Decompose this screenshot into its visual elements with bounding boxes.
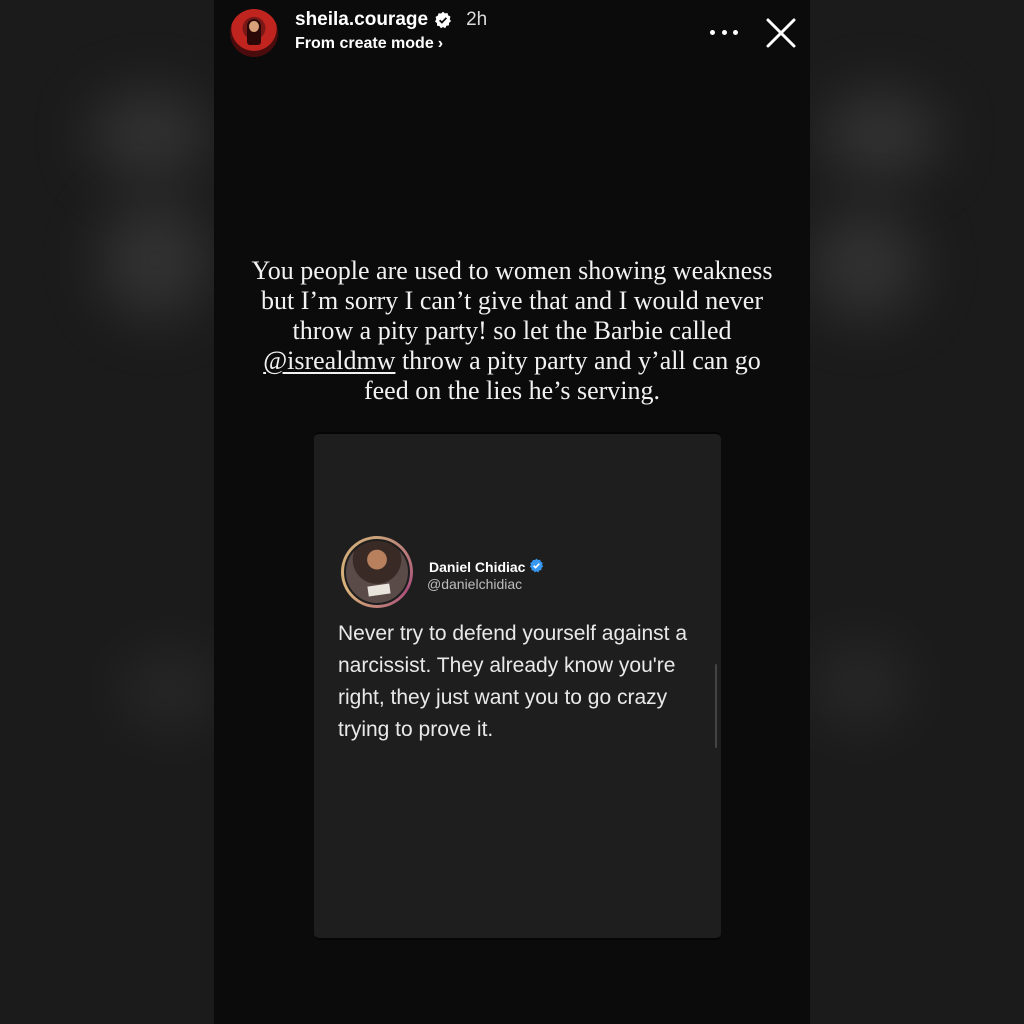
username-row[interactable]: sheila.courage 2h xyxy=(295,9,487,31)
caption-text-before: You people are used to women showing wea… xyxy=(251,256,773,345)
more-options-icon[interactable] xyxy=(710,22,738,42)
create-mode-link[interactable]: From create mode › xyxy=(295,35,443,53)
story-header: sheila.courage 2h From create mode › xyxy=(214,0,810,64)
blurred-background-left xyxy=(0,0,214,1024)
profile-avatar[interactable] xyxy=(230,9,278,57)
tweet-author-row: Daniel Chidiac xyxy=(429,558,544,576)
close-icon[interactable] xyxy=(764,16,798,50)
create-mode-label: From create mode xyxy=(295,35,434,52)
verified-badge-icon xyxy=(434,11,452,29)
tweet-screenshot: Daniel Chidiac @danielchidiac Never try … xyxy=(314,432,721,940)
tweet-author-name: Daniel Chidiac xyxy=(429,559,526,575)
story-panel[interactable]: sheila.courage 2h From create mode › You… xyxy=(214,0,810,1024)
story-caption: You people are used to women showing wea… xyxy=(244,256,780,406)
verified-badge-icon xyxy=(529,558,544,576)
tweet-text: Never try to defend yourself against a n… xyxy=(338,622,688,741)
story-viewer: sheila.courage 2h From create mode › You… xyxy=(0,0,1024,1024)
blurred-background-right xyxy=(810,0,1024,1024)
username[interactable]: sheila.courage xyxy=(295,9,428,31)
scrollbar xyxy=(715,664,717,748)
mention-link[interactable]: @isrealdmw xyxy=(263,346,395,375)
tweet-author-avatar xyxy=(341,536,413,608)
caption-text-after: throw a pity party and y’all can go feed… xyxy=(363,346,761,405)
post-time: 2h xyxy=(466,9,488,30)
tweet-author-handle: @danielchidiac xyxy=(427,576,523,592)
chevron-right-icon: › xyxy=(437,35,444,52)
